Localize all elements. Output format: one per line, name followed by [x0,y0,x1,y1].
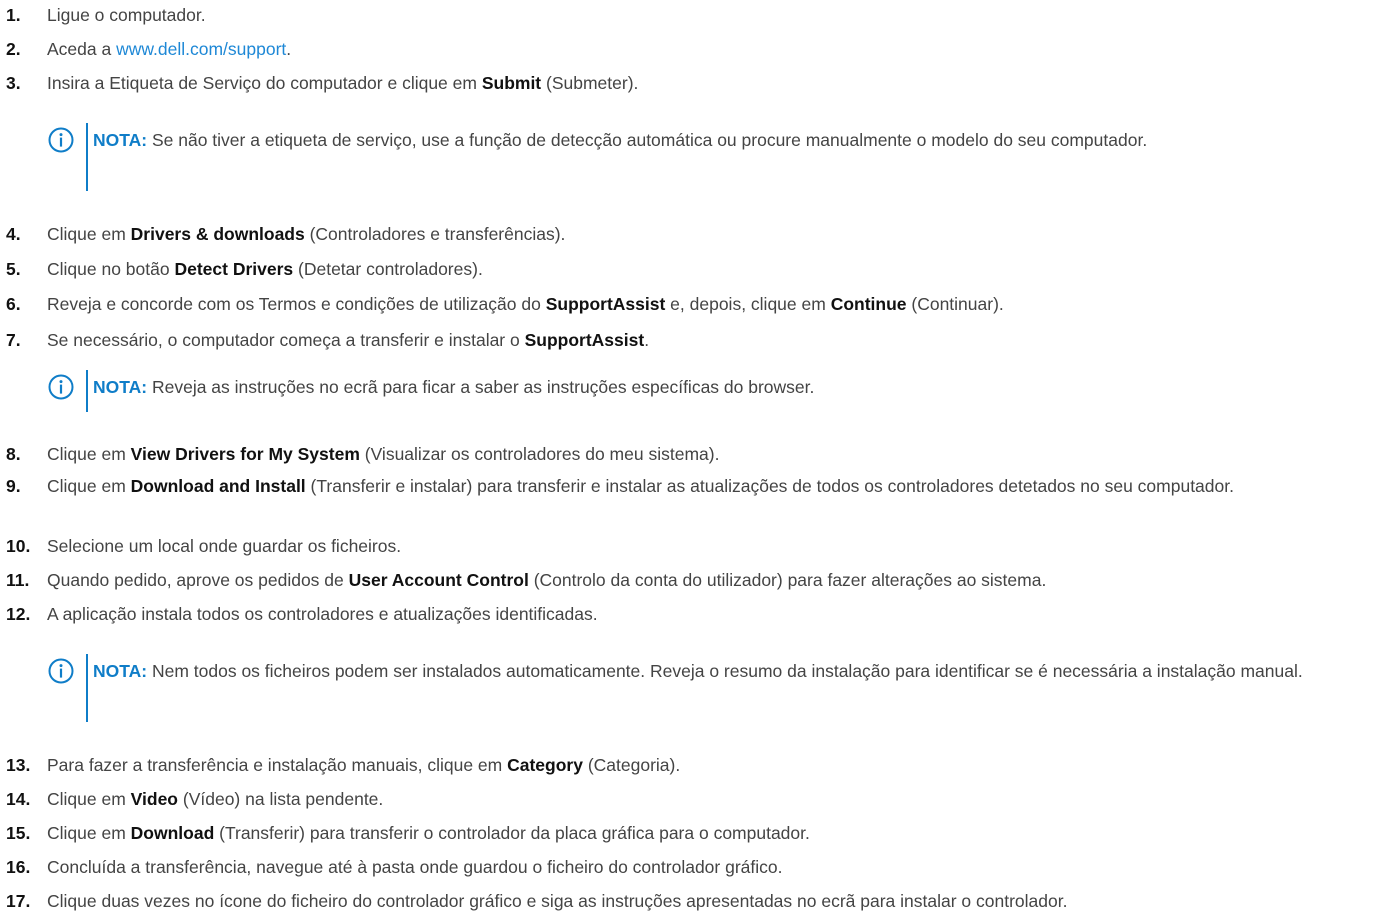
step-text: Clique no botão Detect Drivers (Detetar … [47,259,483,279]
note-text: NOTA: Se não tiver a etiqueta de serviço… [93,130,1148,150]
step-number: 3. [6,73,21,93]
step-number: 16. [6,857,31,877]
step-number: 15. [6,823,31,843]
note-divider [86,370,88,412]
step-text: Clique em Video (Vídeo) na lista pendent… [47,789,384,809]
step-number: 1. [6,5,21,25]
note-box: NOTA: Reveja as instruções no ecrã para … [47,370,1347,412]
step-number: 17. [6,891,31,911]
note-box: NOTA: Nem todos os ficheiros podem ser i… [47,654,1347,722]
note-text: NOTA: Nem todos os ficheiros podem ser i… [93,661,1303,681]
info-circle-icon [48,127,74,153]
step-number: 14. [6,789,31,809]
step-text: Se necessário, o computador começa a tra… [47,330,650,350]
step-number: 5. [6,259,21,279]
step-number: 10. [6,536,31,556]
step-text: Clique em Download (Transferir) para tra… [47,823,810,843]
step-number: 12. [6,604,31,624]
step-text: Ligue o computador. [47,5,206,25]
step-text: Concluída a transferência, navegue até à… [47,857,783,877]
step-text: Insira a Etiqueta de Serviço do computad… [47,73,639,93]
step-text: Selecione um local onde guardar os fiche… [47,536,402,556]
note-divider [86,123,88,191]
step-text: Clique duas vezes no ícone do ficheiro d… [47,891,1068,911]
step-number: 6. [6,294,21,314]
step-number: 4. [6,224,21,244]
info-circle-icon [48,374,74,400]
step-text: Clique em Download and Install (Transfer… [47,476,1234,496]
support-link[interactable]: www.dell.com/support [116,39,286,59]
step-text: Reveja e concorde com os Termos e condiç… [47,294,1004,314]
step-text: Quando pedido, aprove os pedidos de User… [47,570,1047,590]
step-text: Para fazer a transferência e instalação … [47,755,681,775]
step-text: A aplicação instala todos os controlador… [47,604,598,624]
step-text: Clique em Drivers & downloads (Controlad… [47,224,566,244]
step-number: 2. [6,39,21,59]
note-box: NOTA: Se não tiver a etiqueta de serviço… [47,123,1347,191]
step-number: 7. [6,330,21,350]
step-number: 8. [6,444,21,464]
step-number: 11. [6,570,30,590]
step-number: 9. [6,476,21,496]
note-text: NOTA: Reveja as instruções no ecrã para … [93,377,815,397]
step-text: Aceda a www.dell.com/support. [47,39,292,59]
step-text: Clique em View Drivers for My System (Vi… [47,444,720,464]
step-number: 13. [6,755,31,775]
note-divider [86,654,88,722]
info-circle-icon [48,658,74,684]
